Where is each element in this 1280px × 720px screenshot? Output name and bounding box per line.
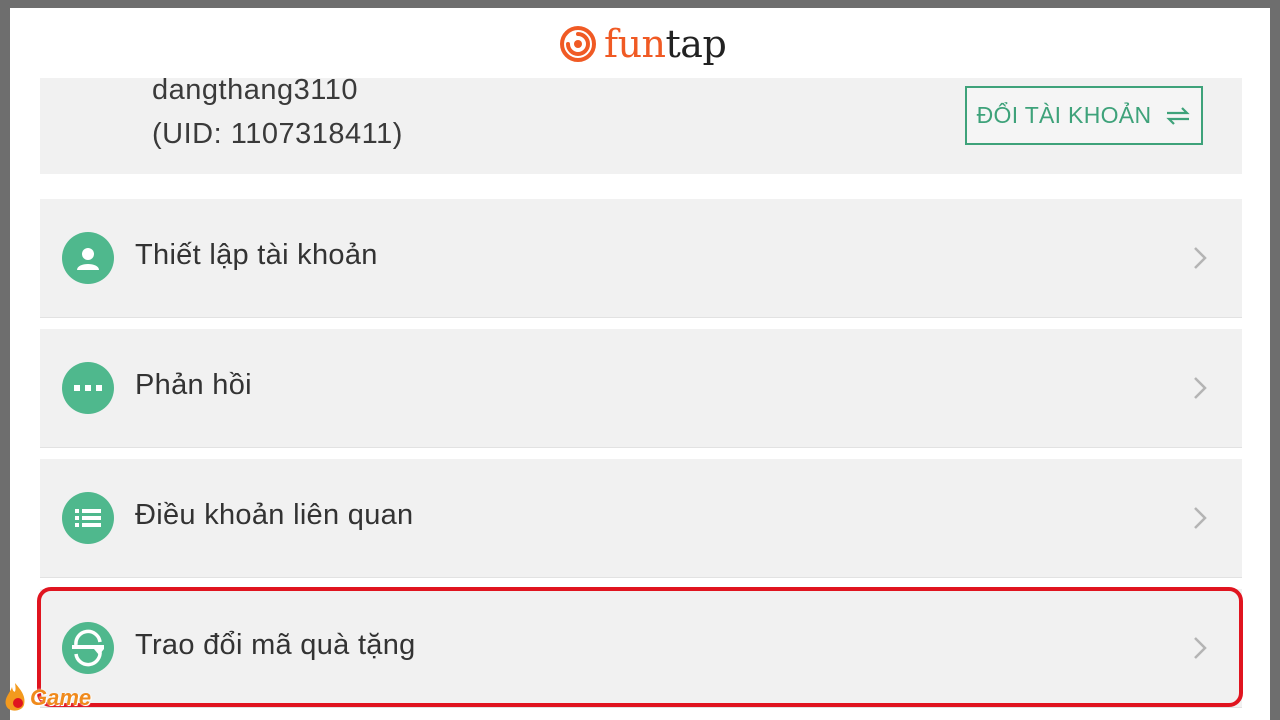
- chevron-right-icon: [1194, 377, 1207, 399]
- menu-item-feedback[interactable]: Phản hồi: [40, 329, 1242, 447]
- header: funtap: [10, 8, 1270, 78]
- chat-dots-icon: [62, 362, 114, 414]
- funtap-logo: funtap: [560, 16, 727, 72]
- swap-arrows-icon: [1166, 106, 1191, 125]
- account-username: dangthang3110: [152, 74, 358, 106]
- list-icon: [62, 492, 114, 544]
- menu-item-terms[interactable]: Điều khoản liên quan: [40, 459, 1242, 577]
- exchange-icon: [62, 622, 114, 674]
- account-card: dangthang3110 (UID: 1107318411) ĐỔI TÀI …: [40, 66, 1242, 174]
- brand-text-tap: tap: [665, 22, 727, 66]
- chevron-right-icon: [1194, 247, 1207, 269]
- menu-item-label: Phản hồi: [135, 369, 252, 401]
- menu-item-gift-code[interactable]: Trao đổi mã quà tặng: [40, 589, 1242, 707]
- switch-account-button[interactable]: ĐỔI TÀI KHOẢN: [965, 86, 1203, 145]
- user-icon: [62, 232, 114, 284]
- swirl-logo-icon: [560, 26, 596, 62]
- menu-item-label: Thiết lập tài khoản: [135, 239, 378, 271]
- account-uid: (UID: 1107318411): [152, 118, 403, 150]
- chevron-right-icon: [1194, 637, 1207, 659]
- menu-item-label: Điều khoản liên quan: [135, 499, 414, 531]
- menu-item-label: Trao đổi mã quà tặng: [135, 629, 416, 661]
- app-screen: funtap dangthang3110 (UID: 1107318411) Đ…: [10, 8, 1270, 720]
- chevron-right-icon: [1194, 507, 1207, 529]
- game-watermark: Game: [2, 680, 91, 716]
- watermark-text: Game: [30, 685, 92, 710]
- brand-text-fun: fun: [604, 22, 666, 66]
- flame-logo-icon: [5, 683, 25, 711]
- switch-account-label: ĐỔI TÀI KHOẢN: [976, 102, 1152, 128]
- menu-item-account-settings[interactable]: Thiết lập tài khoản: [40, 199, 1242, 317]
